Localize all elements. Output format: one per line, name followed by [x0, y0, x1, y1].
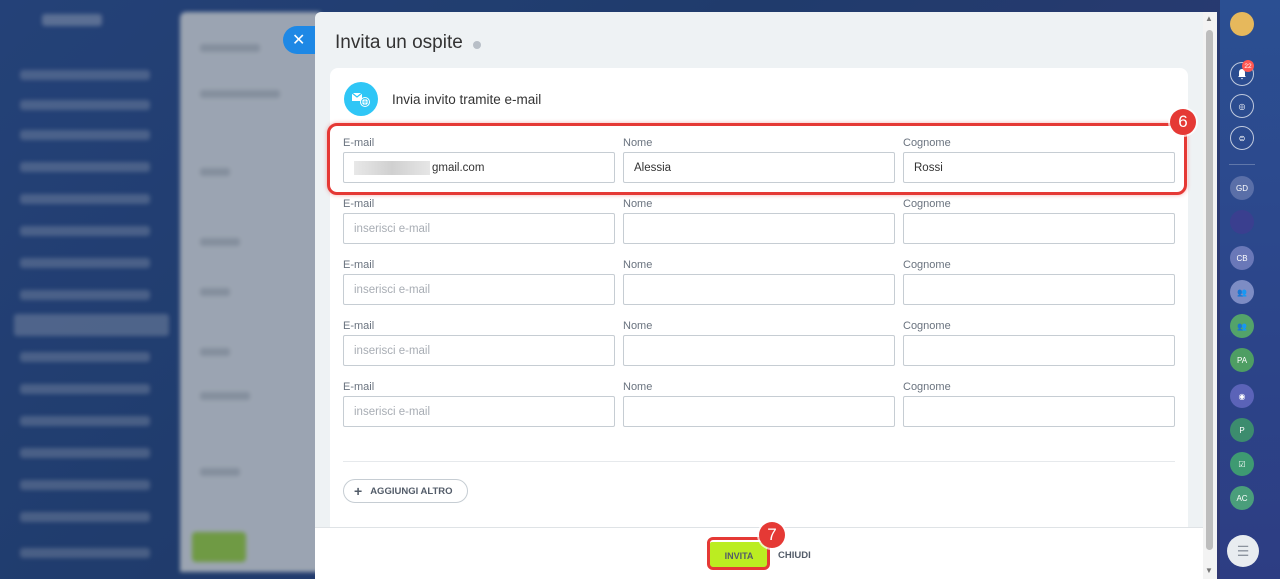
group-chat-icon[interactable]: 👥 [1230, 314, 1254, 338]
right-sidebar: ◎ ⊜ GD CB 👥 👥 PA ◉ P ☑ AC [1220, 0, 1280, 579]
email-input[interactable]: inserisci e-mail [343, 213, 615, 244]
pulse-icon[interactable]: ◎ [1230, 94, 1254, 118]
first-name-input[interactable] [623, 274, 895, 305]
mail-globe-icon [344, 82, 378, 116]
last-name-label: Cognome [903, 259, 951, 271]
channel-icon[interactable]: ◉ [1230, 384, 1254, 408]
highlight-row-1 [327, 123, 1187, 195]
add-more-button[interactable]: + AGGIUNGI ALTRO [343, 479, 468, 503]
chat-avatar-image[interactable] [1230, 210, 1254, 234]
last-name-input[interactable] [903, 335, 1175, 366]
divider [343, 461, 1175, 462]
last-name-field-group: Cognome [903, 197, 1175, 244]
email-field-group: E-mail inserisci e-mail [343, 319, 615, 366]
invite-guest-slider: Invita un ospite Invia invito tramite e-… [315, 12, 1203, 579]
invite-row: E-mail inserisci e-mail Nome Cognome [343, 197, 1175, 244]
first-name-label: Nome [623, 381, 653, 393]
first-name-label: Nome [623, 198, 653, 210]
scroll-down-icon[interactable]: ▼ [1205, 566, 1213, 575]
last-name-input[interactable] [903, 213, 1175, 244]
email-input[interactable]: inserisci e-mail [343, 396, 615, 427]
help-icon[interactable] [472, 41, 481, 49]
first-name-input[interactable] [623, 396, 895, 427]
first-name-input[interactable] [623, 213, 895, 244]
email-label: E-mail [343, 320, 375, 332]
chat-search-icon[interactable]: ⊜ [1230, 126, 1254, 150]
last-name-field-group: Cognome [903, 258, 1175, 305]
close-button[interactable]: CHIUDI [778, 542, 811, 569]
email-field-group: E-mail inserisci e-mail [343, 380, 615, 427]
checklist-icon[interactable]: ☑ [1230, 452, 1254, 476]
group-chat-icon[interactable]: 👥 [1230, 280, 1254, 304]
email-label: E-mail [343, 259, 375, 271]
email-field-group: E-mail inserisci e-mail [343, 258, 615, 305]
last-name-field-group: Cognome [903, 380, 1175, 427]
card-title: Invia invito tramite e-mail [392, 91, 542, 107]
email-input[interactable]: inserisci e-mail [343, 335, 615, 366]
menu-icon[interactable]: ☰ [1227, 535, 1259, 567]
invite-row: E-mail inserisci e-mail Nome Cognome [343, 380, 1175, 427]
last-name-label: Cognome [903, 320, 951, 332]
scroll-up-icon[interactable]: ▲ [1205, 14, 1213, 23]
email-label: E-mail [343, 381, 375, 393]
email-input[interactable]: inserisci e-mail [343, 274, 615, 305]
first-name-field-group: Nome [623, 380, 895, 427]
last-name-input[interactable] [903, 274, 1175, 305]
chat-avatar[interactable]: CB [1230, 246, 1254, 270]
email-field-group: E-mail inserisci e-mail [343, 197, 615, 244]
first-name-field-group: Nome [623, 258, 895, 305]
first-name-label: Nome [623, 320, 653, 332]
slider-header: Invita un ospite [335, 32, 481, 54]
first-name-input[interactable] [623, 335, 895, 366]
last-name-field-group: Cognome [903, 319, 1175, 366]
user-avatar[interactable] [1230, 12, 1254, 36]
plus-icon: + [354, 483, 363, 499]
step-badge-6: 6 [1170, 109, 1196, 135]
step-badge-7: 7 [759, 522, 785, 548]
chat-avatar[interactable]: GD [1230, 176, 1254, 200]
chat-avatar[interactable]: P [1230, 418, 1254, 442]
add-more-label: AGGIUNGI ALTRO [370, 485, 453, 497]
first-name-field-group: Nome [623, 197, 895, 244]
invite-row: E-mail inserisci e-mail Nome Cognome [343, 319, 1175, 366]
last-name-label: Cognome [903, 381, 951, 393]
card-header: Invia invito tramite e-mail [344, 82, 541, 116]
divider [1229, 164, 1255, 165]
chat-avatar[interactable]: AC [1230, 486, 1254, 510]
last-name-input[interactable] [903, 396, 1175, 427]
first-name-label: Nome [623, 259, 653, 271]
scrollbar-thumb[interactable] [1206, 30, 1213, 550]
chat-avatar[interactable]: PA [1230, 348, 1254, 372]
invite-row: E-mail inserisci e-mail Nome Cognome [343, 258, 1175, 305]
page-title: Invita un ospite [335, 32, 463, 53]
first-name-field-group: Nome [623, 319, 895, 366]
last-name-label: Cognome [903, 198, 951, 210]
close-icon: ✕ [292, 32, 306, 49]
email-label: E-mail [343, 198, 375, 210]
notification-count-badge: 22 [1242, 60, 1254, 72]
